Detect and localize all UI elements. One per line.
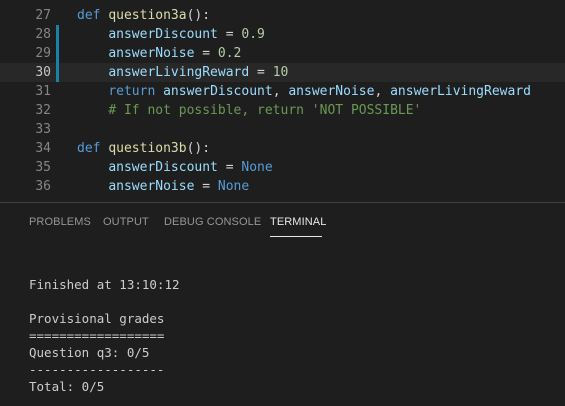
line-number: 27 <box>35 8 51 23</box>
tab-problems[interactable]: PROBLEMS <box>29 216 91 228</box>
line-number: 34 <box>35 141 51 156</box>
panel-tabs: PROBLEMS OUTPUT DEBUG CONSOLE TERMINAL <box>0 203 565 243</box>
terminal-line: Total: 0/5 <box>29 379 105 394</box>
code-line: 35 answerDiscount = None <box>0 158 565 177</box>
code-text: answerNoise = None <box>77 177 249 196</box>
code-token: answerDiscount <box>108 27 218 42</box>
code-line: 36 answerNoise = None <box>0 177 565 196</box>
code-token: 10 <box>272 65 289 80</box>
line-number: 30 <box>35 65 51 80</box>
code-line: 31 return answerDiscount, answerNoise, a… <box>0 82 565 101</box>
code-token: , <box>272 84 289 99</box>
code-line: 33 <box>0 120 565 139</box>
tab-output[interactable]: OUTPUT <box>103 216 149 228</box>
line-number: 31 <box>35 84 51 99</box>
code-token: answerLivingReward <box>108 65 250 80</box>
code-text: def question3b(): <box>77 139 210 158</box>
line-number: 28 <box>35 27 51 42</box>
code-text: answerNoise = 0.2 <box>77 44 241 63</box>
code-token: None <box>217 179 250 194</box>
code-text: # If not possible, return 'NOT POSSIBLE' <box>77 101 421 120</box>
vscode-window: 2627def question3a():28 answerDiscount =… <box>0 0 565 406</box>
code-text: return answerDiscount, answerNoise, answ… <box>77 82 531 101</box>
code-token: answerDiscount <box>108 160 218 175</box>
code-token: answerLivingReward <box>390 84 531 99</box>
code-token: 0.9 <box>241 27 265 42</box>
code-line: 34 def question3b(): <box>0 139 565 158</box>
code-token: = <box>249 65 273 80</box>
line-number: 33 <box>35 122 51 137</box>
code-text: answerDiscount = 0.9 <box>77 25 265 44</box>
tab-terminal[interactable]: TERMINAL <box>270 216 326 228</box>
code-line: 28 answerDiscount = 0.9 <box>0 25 565 44</box>
code-token: # If not possible, return 'NOT POSSIBLE' <box>108 103 422 118</box>
code-token: answerNoise <box>108 179 195 194</box>
code-text: answerDiscount = None <box>77 158 273 177</box>
code-token: return <box>108 84 164 99</box>
code-token: question3b <box>108 141 187 156</box>
modified-line-indicator <box>56 63 59 82</box>
code-line: 27 def question3a(): <box>0 6 565 25</box>
line-number: 36 <box>35 179 51 194</box>
line-number: 35 <box>35 160 51 175</box>
active-tab-indicator <box>270 236 322 237</box>
code-editor[interactable]: 2627def question3a():28 answerDiscount =… <box>0 0 565 202</box>
terminal-line: Provisional grades <box>29 311 165 326</box>
code-token: 0.2 <box>217 46 242 61</box>
line-number: 32 <box>35 103 51 118</box>
modified-line-indicator <box>56 25 59 44</box>
code-token: = <box>194 179 218 194</box>
terminal-output[interactable]: Finished at 13:10:12 Provisional grades ==… <box>29 259 559 395</box>
code-token: = <box>194 46 218 61</box>
code-token: answerNoise <box>288 84 375 99</box>
code-token: def <box>77 141 109 156</box>
modified-line-indicator <box>56 44 59 63</box>
code-token: = <box>217 27 242 42</box>
code-token: question3a <box>108 8 187 23</box>
code-line: 32 # If not possible, return 'NOT POSSIB… <box>0 101 565 120</box>
code-line: 29 answerNoise = 0.2 <box>0 44 565 63</box>
terminal-line: Question q3: 0/5 <box>29 345 150 360</box>
code-token: (): <box>186 141 211 156</box>
code-token: answerDiscount <box>163 84 273 99</box>
code-token: answerNoise <box>108 46 195 61</box>
terminal-line: Finished at 13:10:12 <box>29 277 180 292</box>
terminal-line: ================== <box>29 328 165 343</box>
code-token: (): <box>186 8 211 23</box>
code-line: 30 answerLivingReward = 10 <box>0 63 565 82</box>
code-token: = <box>217 160 242 175</box>
code-token: def <box>77 8 109 23</box>
code-token: None <box>241 160 273 175</box>
line-number: 29 <box>35 46 51 61</box>
code-text: def question3a(): <box>77 6 210 25</box>
code-text: answerLivingReward = 10 <box>77 63 288 82</box>
tab-debug-console[interactable]: DEBUG CONSOLE <box>164 216 261 228</box>
terminal-line: ------------------ <box>29 362 165 377</box>
bottom-panel: PROBLEMS OUTPUT DEBUG CONSOLE TERMINAL Fini… <box>0 203 565 406</box>
code-token: , <box>374 84 391 99</box>
